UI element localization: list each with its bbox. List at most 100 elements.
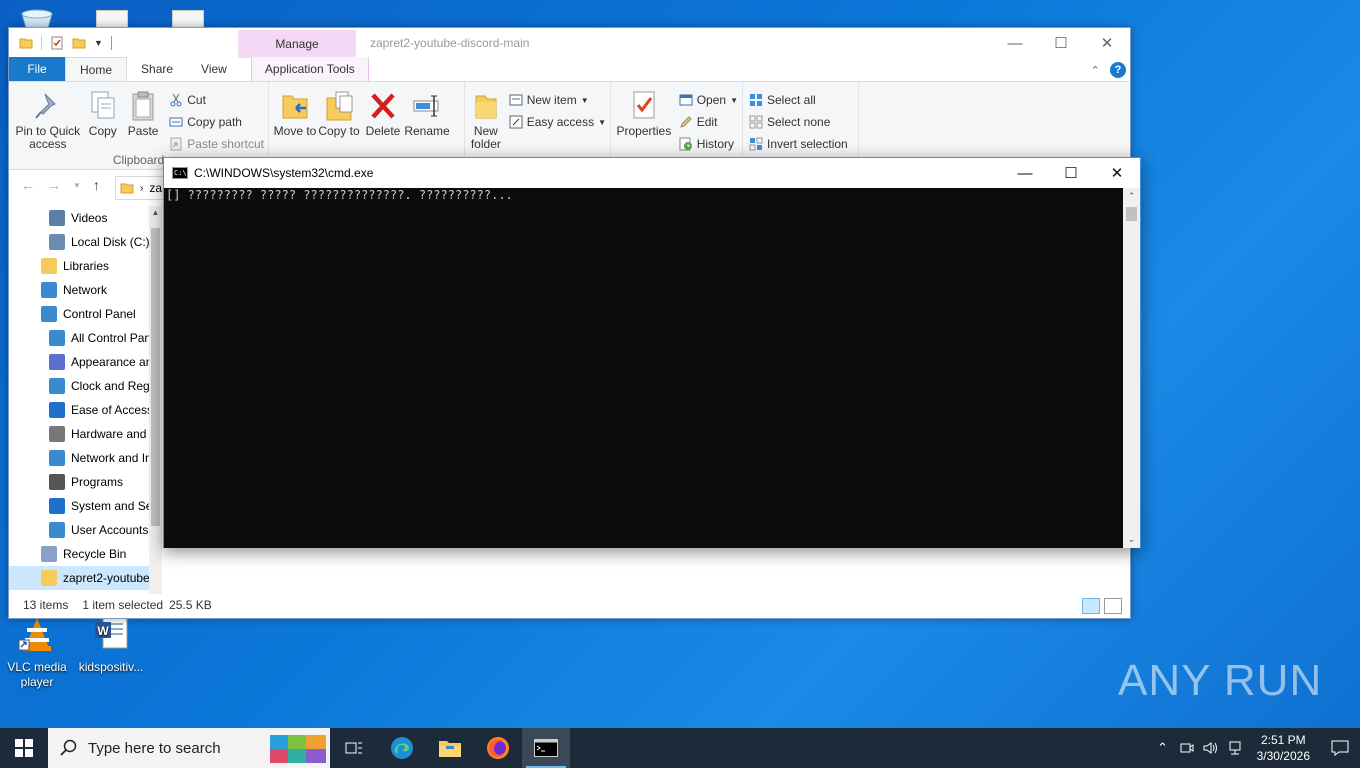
desktop-icon-vlc[interactable]: VLC media player xyxy=(2,614,72,690)
network-icon[interactable] xyxy=(1223,728,1247,768)
properties-check-icon[interactable] xyxy=(50,36,64,50)
nav-item[interactable]: System and Security xyxy=(9,494,159,518)
open-button[interactable]: Open ▼ xyxy=(679,92,738,108)
scrollbar-thumb[interactable] xyxy=(151,228,160,526)
new-item-icon xyxy=(509,94,523,106)
scroll-up-icon[interactable]: ▲ xyxy=(149,206,162,220)
new-item-button[interactable]: New item ▼ xyxy=(509,92,606,108)
nav-item[interactable]: Network and Internet xyxy=(9,446,159,470)
nav-item[interactable]: Local Disk (C:) xyxy=(9,230,159,254)
desktop-icon-recycle-partial[interactable] xyxy=(18,8,56,29)
file-explorer-taskbar-button[interactable] xyxy=(426,728,474,768)
back-arrow-icon[interactable]: ← xyxy=(21,177,35,193)
cmd-window-controls: — ☐ ✕ xyxy=(1002,158,1140,188)
copy-path-button[interactable]: Copy path xyxy=(169,114,264,130)
cmd-close-button[interactable]: ✕ xyxy=(1094,158,1140,188)
nav-item[interactable]: Videos xyxy=(9,206,159,230)
meet-now-icon[interactable] xyxy=(1175,728,1199,768)
recent-locations-icon[interactable]: ▼ xyxy=(73,181,81,190)
scroll-up-icon[interactable]: ⌃ xyxy=(1123,188,1140,205)
collapse-ribbon-icon[interactable]: ⌃ xyxy=(1091,64,1100,77)
vlc-icon xyxy=(18,618,51,651)
nav-item[interactable]: Libraries xyxy=(9,254,159,278)
paste-shortcut-button[interactable]: Paste shortcut xyxy=(169,136,264,152)
nav-item[interactable]: Programs xyxy=(9,470,159,494)
details-view-button[interactable] xyxy=(1082,598,1100,614)
window-controls: — ☐ ✕ xyxy=(992,28,1130,58)
history-button[interactable]: History xyxy=(679,136,738,152)
firefox-icon xyxy=(487,737,509,759)
task-view-button[interactable] xyxy=(330,728,378,768)
start-button[interactable] xyxy=(0,728,48,768)
explorer-titlebar[interactable]: ▼ Manage zapret2-youtube-discord-main — … xyxy=(9,28,1130,58)
taskbar-search[interactable]: Type here to search xyxy=(48,728,330,768)
select-all-button[interactable]: Select all xyxy=(749,92,848,108)
recycle-bin-icon xyxy=(21,9,53,29)
firefox-taskbar-button[interactable] xyxy=(474,728,522,768)
tab-home[interactable]: Home xyxy=(65,57,128,81)
tab-file[interactable]: File xyxy=(9,57,65,81)
large-icons-view-button[interactable] xyxy=(1104,598,1122,614)
easy-access-button[interactable]: Easy access ▼ xyxy=(509,114,606,130)
help-icon[interactable]: ? xyxy=(1110,62,1126,78)
cmd-app-icon: C:\ xyxy=(172,167,188,179)
close-button[interactable]: ✕ xyxy=(1084,28,1130,58)
nav-item-icon xyxy=(49,210,65,226)
maximize-button[interactable]: ☐ xyxy=(1038,28,1084,58)
taskbar-clock[interactable]: 2:51 PM 3/30/2026 xyxy=(1247,732,1320,764)
forward-arrow-icon[interactable]: → xyxy=(47,177,61,193)
nav-item[interactable]: Appearance and Personalization xyxy=(9,350,159,374)
select-all-icon xyxy=(750,94,762,106)
up-arrow-icon[interactable]: ↑ xyxy=(93,177,100,193)
tab-view[interactable]: View xyxy=(187,57,241,81)
tab-share[interactable]: Share xyxy=(127,57,187,81)
cmd-maximize-button[interactable]: ☐ xyxy=(1048,158,1094,188)
svg-text:W: W xyxy=(97,624,109,638)
ribbon-right-controls: ⌃ ? xyxy=(1091,62,1126,78)
tray-chevron-icon[interactable]: ⌃ xyxy=(1151,728,1175,768)
edit-button[interactable]: Edit xyxy=(679,114,738,130)
notification-center-button[interactable] xyxy=(1320,740,1360,756)
nav-item[interactable]: Hardware and Sound xyxy=(9,422,159,446)
paste-shortcut-icon xyxy=(170,137,182,151)
cut-button[interactable]: Cut xyxy=(169,92,264,108)
window-title: zapret2-youtube-discord-main xyxy=(370,36,530,50)
tab-application-tools[interactable]: Application Tools xyxy=(250,57,369,81)
new-folder-large-icon xyxy=(475,95,497,119)
anyrun-watermark: ANY RUN xyxy=(1118,656,1322,706)
desktop-icon-word-doc[interactable]: W kidspositiv... xyxy=(76,614,146,675)
cmd-taskbar-button[interactable] xyxy=(522,728,570,768)
manage-contextual-tab[interactable]: Manage xyxy=(238,30,356,58)
nav-item[interactable]: zapret2-youtube-discord-main xyxy=(9,566,159,590)
console-output[interactable]: [] ????????? ????? ??????????????. ?????… xyxy=(164,188,1124,548)
cmd-minimize-button[interactable]: — xyxy=(1002,158,1048,188)
invert-selection-button[interactable]: Invert selection xyxy=(749,136,848,152)
scroll-down-icon[interactable]: ⌄ xyxy=(1123,531,1140,548)
minimize-button[interactable]: — xyxy=(992,28,1038,58)
scrollbar-thumb[interactable] xyxy=(1126,207,1137,221)
pin-label: Pin to Quick access xyxy=(15,124,81,151)
nav-item[interactable]: Control Panel xyxy=(9,302,159,326)
nav-item[interactable]: Recycle Bin xyxy=(9,542,159,566)
volume-icon[interactable] xyxy=(1199,728,1223,768)
copy-path-label: Copy path xyxy=(187,115,242,129)
nav-item[interactable]: Clock and Region xyxy=(9,374,159,398)
new-folder-icon[interactable] xyxy=(72,36,86,50)
desktop-icon-file-partial-1[interactable] xyxy=(96,10,128,28)
cmd-window[interactable]: C:\ C:\WINDOWS\system32\cmd.exe — ☐ ✕ []… xyxy=(163,157,1141,548)
nav-item-icon xyxy=(49,474,65,490)
qat-dropdown-icon[interactable]: ▼ xyxy=(94,38,103,48)
edge-taskbar-button[interactable] xyxy=(378,728,426,768)
nav-item[interactable]: User Accounts xyxy=(9,518,159,542)
selection-count: 1 item selected xyxy=(82,598,164,612)
cmd-titlebar[interactable]: C:\ C:\WINDOWS\system32\cmd.exe — ☐ ✕ xyxy=(164,158,1140,188)
navigation-pane-scrollbar[interactable]: ▲ xyxy=(149,206,162,594)
nav-item[interactable]: All Control Panel Items xyxy=(9,326,159,350)
nav-item[interactable]: Ease of Access xyxy=(9,398,159,422)
invert-selection-label: Invert selection xyxy=(767,137,848,151)
nav-item[interactable]: Network xyxy=(9,278,159,302)
select-none-button[interactable]: Select none xyxy=(749,114,848,130)
cmd-scrollbar[interactable]: ⌃ ⌄ xyxy=(1123,188,1140,548)
desktop-icon-file-partial-2[interactable] xyxy=(172,10,204,28)
easy-access-icon xyxy=(509,115,523,129)
